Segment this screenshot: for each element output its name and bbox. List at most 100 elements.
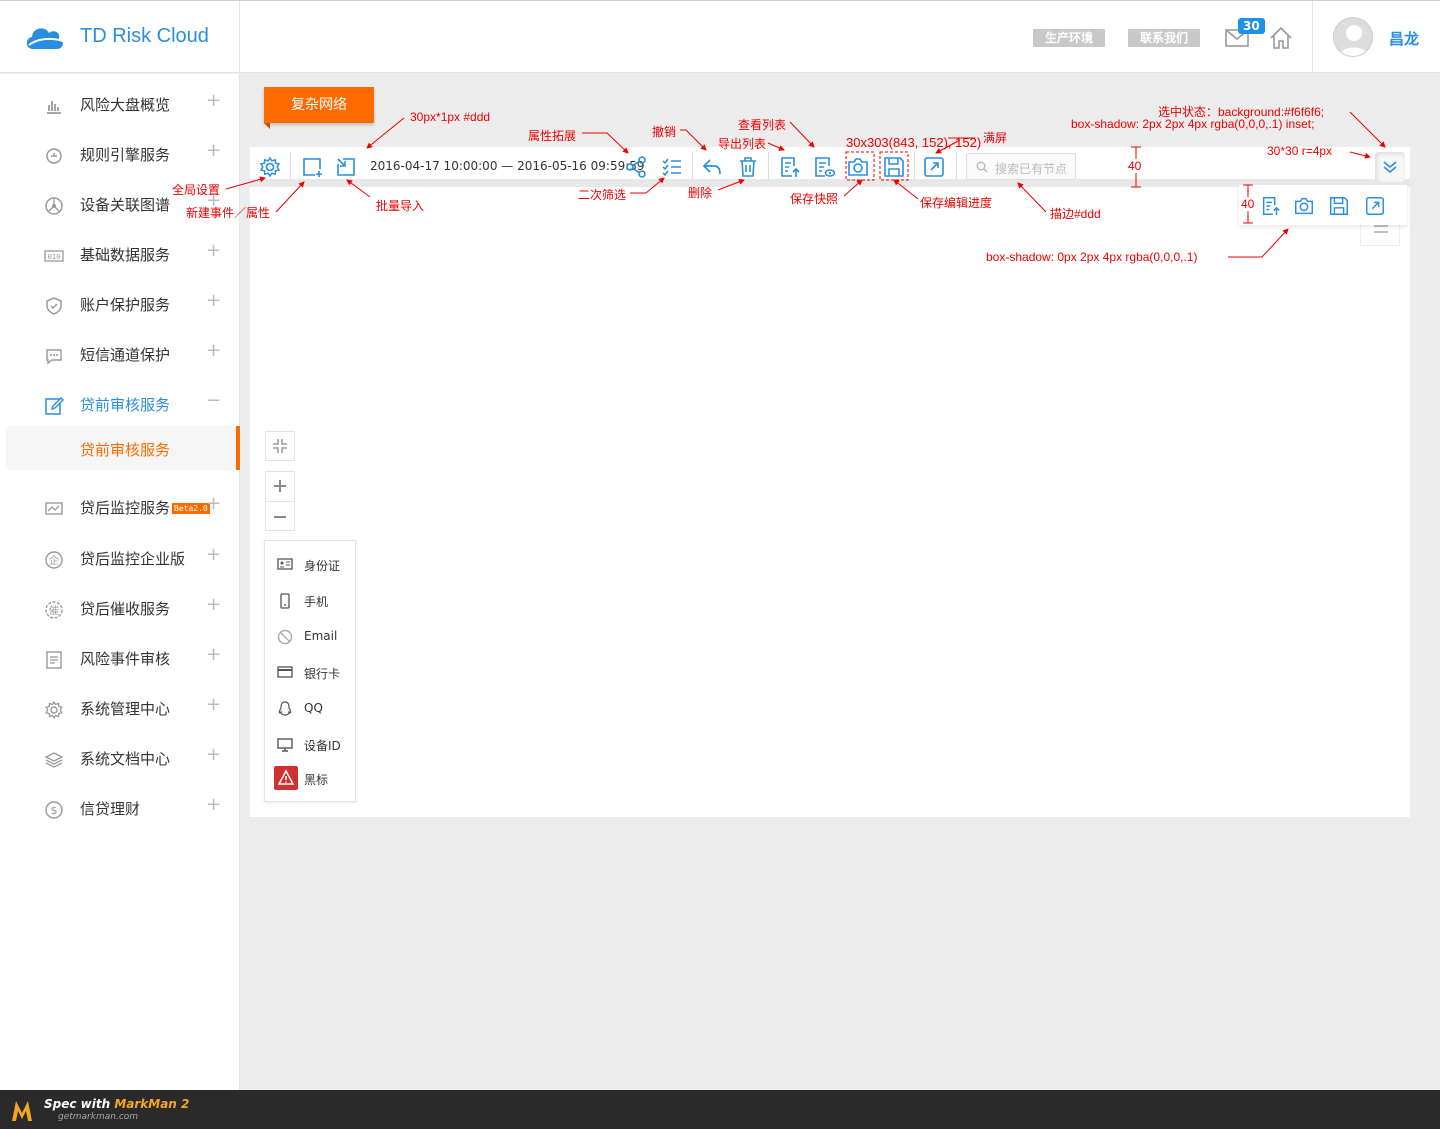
- legend-label: QQ: [304, 701, 323, 715]
- delete-trash-icon[interactable]: [736, 155, 760, 179]
- annotation: 全局设置: [172, 183, 221, 197]
- svg-text:催: 催: [49, 604, 59, 617]
- tab-complex-network[interactable]: 复杂网络: [264, 87, 374, 123]
- legend-item[interactable]: 身份证: [277, 555, 357, 575]
- zoom-in-icon[interactable]: [273, 479, 287, 493]
- sidebar-item-basic-data[interactable]: 010 基础数据服务 +: [0, 230, 240, 280]
- sidebar-item-risk-overview[interactable]: 风险大盘概览 +: [0, 80, 240, 130]
- rule-engine-icon: [46, 148, 62, 164]
- export-list-icon[interactable]: [1260, 195, 1282, 217]
- settings-gear-icon[interactable]: [258, 155, 282, 179]
- annotation: 保存快照: [790, 192, 839, 206]
- expand-plus-icon[interactable]: +: [206, 90, 221, 111]
- save-progress-icon[interactable]: [1328, 195, 1350, 217]
- export-list-icon[interactable]: [778, 155, 802, 179]
- legend-item[interactable]: 手机: [277, 591, 357, 611]
- expand-plus-icon[interactable]: +: [206, 240, 221, 261]
- sidebar-item-postloan-monitor[interactable]: 贷后监控服务 Beta2.0 +: [0, 483, 240, 533]
- toolbar-divider: [956, 152, 957, 180]
- sidebar-item-label: 账户保护服务: [80, 296, 171, 314]
- collapse-minus-icon[interactable]: −: [206, 390, 221, 411]
- date-range[interactable]: 2016-04-17 10:00:00 — 2016-05-16 09:59:5…: [370, 159, 645, 173]
- sidebar-item-system-management[interactable]: 系统管理中心 +: [0, 684, 240, 734]
- expand-plus-icon[interactable]: +: [206, 340, 221, 361]
- double-chevron-down-icon: [1383, 161, 1397, 174]
- attribute-expand-icon[interactable]: [624, 155, 648, 179]
- legend-label: 黑标: [304, 773, 329, 787]
- user-area[interactable]: 昌龙: [1312, 1, 1440, 74]
- legend-item[interactable]: 黑标: [274, 766, 357, 790]
- legend-item[interactable]: 银行卡: [277, 663, 357, 683]
- home-icon[interactable]: [1268, 25, 1294, 51]
- collapse-toolbar-button[interactable]: [1375, 152, 1405, 182]
- header: TD Risk Cloud 生产环境 联系我们 30 昌龙: [0, 0, 1440, 74]
- sidebar-item-label: 贷后监控服务 Beta2.0: [80, 497, 210, 518]
- sidebar-item-postloan-enterprise[interactable]: 企 贷后监控企业版 +: [0, 534, 240, 584]
- sidebar-item-account-protection[interactable]: 账户保护服务 +: [0, 280, 240, 330]
- expand-plus-icon[interactable]: +: [206, 794, 221, 815]
- view-list-icon[interactable]: [812, 155, 836, 179]
- toolbar-divider: [768, 152, 769, 180]
- sidebar-item-system-docs[interactable]: 系统文档中心 +: [0, 734, 240, 784]
- footer-brand: MarkMan 2: [114, 1097, 190, 1111]
- sidebar-item-label: 贷后监控企业版: [80, 550, 186, 568]
- batch-import-icon[interactable]: [334, 155, 358, 179]
- fullscreen-icon[interactable]: [922, 155, 946, 179]
- tab-fold: [264, 123, 270, 129]
- svg-text:010: 010: [48, 253, 61, 261]
- annotation: 描边#ddd: [1050, 207, 1101, 221]
- expand-plus-icon[interactable]: +: [206, 644, 221, 665]
- sidebar-subitem-preloan-audit[interactable]: 贷前审核服务: [6, 426, 240, 470]
- toolbar-divider: [290, 152, 291, 180]
- node-search-input[interactable]: 搜索已有节点: [966, 153, 1076, 180]
- sidebar-item-sms-protection[interactable]: 短信通道保护 +: [0, 330, 240, 380]
- sidebar-item-credit-finance[interactable]: $ 信贷理财 +: [0, 784, 240, 834]
- annotation: 导出列表: [718, 137, 767, 151]
- expand-plus-icon[interactable]: +: [206, 290, 221, 311]
- sidebar-item-label: 系统文档中心: [80, 750, 171, 768]
- sidebar-item-rule-engine[interactable]: 规则引擎服务 +: [0, 130, 240, 180]
- expand-plus-icon[interactable]: +: [206, 493, 221, 514]
- zoom-out-icon[interactable]: [273, 510, 287, 524]
- mail-count-badge: 30: [1238, 18, 1265, 34]
- save-progress-icon[interactable]: [882, 155, 906, 179]
- app-title: TD Risk Cloud: [80, 25, 209, 47]
- sidebar-item-risk-event-audit[interactable]: 风险事件审核 +: [0, 634, 240, 684]
- annotation: 40: [1128, 159, 1142, 173]
- sidebar-item-label: 设备关联图谱: [80, 196, 171, 214]
- annotation: 撤销: [652, 125, 677, 139]
- secondary-filter-icon[interactable]: [660, 155, 684, 179]
- expand-plus-icon[interactable]: +: [206, 744, 221, 765]
- graph-panel[interactable]: [250, 147, 1410, 817]
- fit-view-button[interactable]: [265, 431, 295, 461]
- avatar[interactable]: [1333, 17, 1373, 57]
- data-icon: 010: [44, 250, 64, 262]
- snapshot-camera-icon[interactable]: [1293, 195, 1315, 217]
- legend-item[interactable]: Email: [277, 627, 357, 647]
- sidebar-item-preloan-audit[interactable]: 贷前审核服务 −: [0, 380, 240, 430]
- annotation: 保存编辑进度: [920, 196, 993, 210]
- environment-button[interactable]: 生产环境: [1033, 29, 1106, 47]
- user-name[interactable]: 昌龙: [1389, 28, 1419, 49]
- legend-item[interactable]: 设备ID: [277, 735, 357, 755]
- expand-plus-icon[interactable]: +: [206, 544, 221, 565]
- undo-icon[interactable]: [700, 155, 724, 179]
- phone-icon: [280, 593, 290, 609]
- sidebar-item-postloan-collection[interactable]: 催 贷后催收服务 +: [0, 584, 240, 634]
- expand-plus-icon[interactable]: +: [206, 594, 221, 615]
- expand-plus-icon[interactable]: +: [206, 694, 221, 715]
- new-event-icon[interactable]: [300, 155, 324, 179]
- search-icon: [976, 161, 988, 173]
- legend-item[interactable]: QQ: [277, 699, 357, 719]
- enterprise-icon: 企: [45, 551, 63, 569]
- contact-us-button[interactable]: 联系我们: [1128, 29, 1201, 47]
- expand-plus-icon[interactable]: +: [206, 140, 221, 161]
- annotation: 新建事件／属性: [186, 206, 271, 220]
- sidebar-item-label: 规则引擎服务: [80, 146, 171, 164]
- compress-icon: [273, 439, 287, 453]
- monitor-icon: [277, 738, 293, 752]
- snapshot-camera-icon[interactable]: [846, 155, 870, 179]
- sidebar-subitem-label: 贷前审核服务: [80, 441, 171, 459]
- svg-text:企: 企: [49, 554, 59, 567]
- fullscreen-icon[interactable]: [1364, 195, 1386, 217]
